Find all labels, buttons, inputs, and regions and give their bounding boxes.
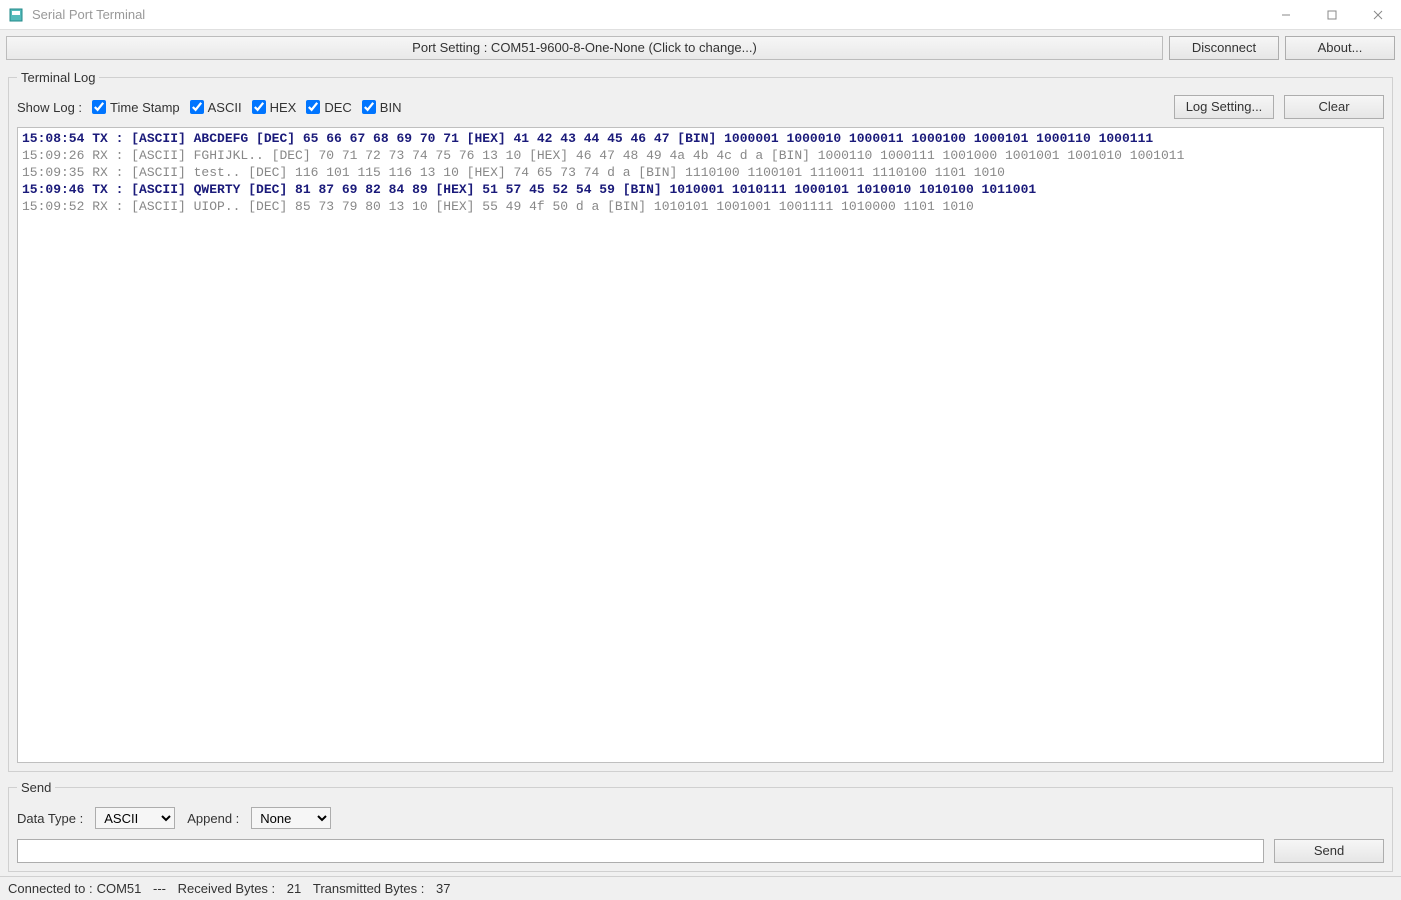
- status-connected-label: Connected to :: [8, 881, 93, 896]
- maximize-button[interactable]: [1309, 0, 1355, 30]
- close-button[interactable]: [1355, 0, 1401, 30]
- log-area[interactable]: 15:08:54 TX : [ASCII] ABCDEFG [DEC] 65 6…: [18, 128, 1383, 762]
- app-icon: [8, 7, 24, 23]
- status-tx-value: 37: [436, 881, 450, 896]
- status-rx-label: Received Bytes :: [178, 881, 276, 896]
- status-sep: ---: [153, 881, 166, 896]
- log-line: 15:09:46 TX : [ASCII] QWERTY [DEC] 81 87…: [22, 181, 1379, 198]
- append-label: Append :: [187, 811, 239, 826]
- clear-button[interactable]: Clear: [1284, 95, 1384, 119]
- checkbox-bin[interactable]: BIN: [362, 100, 402, 115]
- send-button[interactable]: Send: [1274, 839, 1384, 863]
- terminal-log-group: Terminal Log Show Log : Time Stamp ASCII…: [8, 70, 1393, 772]
- minimize-button[interactable]: [1263, 0, 1309, 30]
- checkbox-timestamp[interactable]: Time Stamp: [92, 100, 180, 115]
- status-tx-label: Transmitted Bytes :: [313, 881, 425, 896]
- checkbox-dec[interactable]: DEC: [306, 100, 351, 115]
- log-line: 15:09:52 RX : [ASCII] UIOP.. [DEC] 85 73…: [22, 198, 1379, 215]
- window-title: Serial Port Terminal: [32, 7, 145, 22]
- statusbar: Connected to : COM51 --- Received Bytes …: [0, 876, 1401, 900]
- log-line: 15:09:26 RX : [ASCII] FGHIJKL.. [DEC] 70…: [22, 147, 1379, 164]
- data-type-label: Data Type :: [17, 811, 83, 826]
- status-rx-value: 21: [287, 881, 301, 896]
- send-input[interactable]: [17, 839, 1264, 863]
- disconnect-button[interactable]: Disconnect: [1169, 36, 1279, 60]
- send-group: Send Data Type : ASCII Append : None Sen…: [8, 780, 1393, 872]
- port-setting-button[interactable]: Port Setting : COM51-9600-8-One-None (Cl…: [6, 36, 1163, 60]
- log-line: 15:09:35 RX : [ASCII] test.. [DEC] 116 1…: [22, 164, 1379, 181]
- data-type-select[interactable]: ASCII: [95, 807, 175, 829]
- append-select[interactable]: None: [251, 807, 331, 829]
- status-port: COM51: [97, 881, 142, 896]
- titlebar: Serial Port Terminal: [0, 0, 1401, 30]
- log-setting-button[interactable]: Log Setting...: [1174, 95, 1274, 119]
- checkbox-ascii[interactable]: ASCII: [190, 100, 242, 115]
- about-button[interactable]: About...: [1285, 36, 1395, 60]
- checkbox-hex[interactable]: HEX: [252, 100, 297, 115]
- toolbar: Port Setting : COM51-9600-8-One-None (Cl…: [0, 30, 1401, 66]
- log-line: 15:08:54 TX : [ASCII] ABCDEFG [DEC] 65 6…: [22, 130, 1379, 147]
- log-controls: Show Log : Time Stamp ASCII HEX DEC BIN …: [17, 93, 1384, 127]
- log-area-wrap: 15:08:54 TX : [ASCII] ABCDEFG [DEC] 65 6…: [17, 127, 1384, 763]
- terminal-log-legend: Terminal Log: [17, 70, 99, 85]
- show-log-label: Show Log :: [17, 100, 82, 115]
- send-legend: Send: [17, 780, 55, 795]
